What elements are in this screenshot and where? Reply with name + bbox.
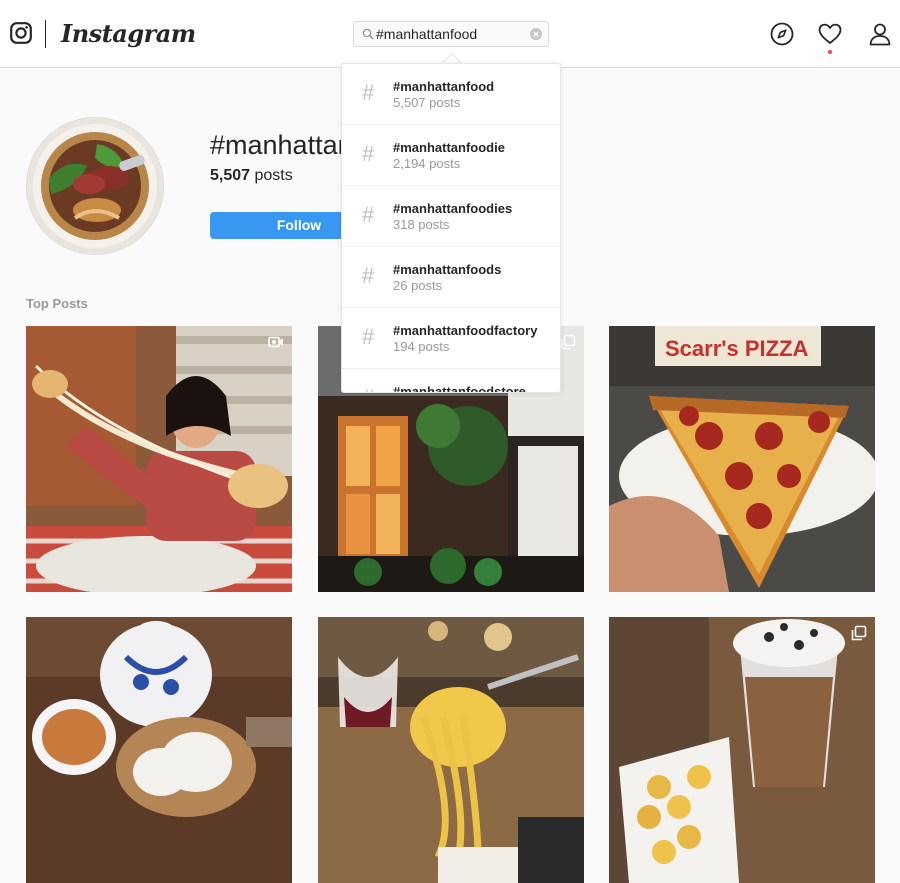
search-icon [362, 28, 374, 40]
instagram-logo-icon[interactable] [10, 22, 32, 44]
post-tile[interactable] [26, 326, 292, 592]
carousel-icon [560, 334, 576, 350]
post-count: 5,507 posts [210, 166, 293, 186]
result-post-count: 194 posts [393, 339, 450, 354]
explore-compass-icon[interactable] [770, 22, 794, 46]
post-image [26, 617, 292, 883]
hashtag-avatar [26, 117, 164, 255]
post-image: Scarr's PIZZA [609, 326, 875, 592]
hashtag-icon: # [362, 80, 375, 105]
result-hashtag: #manhattanfoodstore [393, 384, 526, 393]
hashtag-icon: # [362, 324, 375, 349]
hashtag-icon: # [362, 141, 375, 166]
clear-search-icon[interactable] [530, 28, 542, 40]
top-posts-heading: Top Posts [26, 296, 88, 311]
search-result-item[interactable]: # #manhattanfoods 26 posts [342, 247, 560, 308]
result-hashtag: #manhattanfood [393, 79, 495, 94]
result-hashtag: #manhattanfoodfactory [393, 323, 538, 338]
profile-person-icon[interactable] [868, 22, 892, 46]
activity-heart-icon[interactable] [818, 22, 842, 46]
search-result-item[interactable]: # #manhattanfoodstore [342, 369, 560, 393]
result-post-count: 5,507 posts [393, 95, 461, 110]
search-input[interactable] [376, 23, 526, 45]
video-icon [268, 336, 283, 348]
search-results-dropdown: # #manhattanfood 5,507 posts # #manhatta… [341, 63, 561, 393]
post-tile[interactable] [26, 617, 292, 883]
hashtag-icon: # [362, 384, 374, 392]
result-hashtag: #manhattanfoodie [393, 140, 505, 155]
post-image [609, 617, 875, 883]
post-image [318, 617, 584, 883]
search-result-item[interactable]: # #manhattanfoodie 2,194 posts [342, 125, 560, 186]
post-tile[interactable]: Scarr's PIZZA [609, 326, 875, 592]
pizza-sign-text: Scarr's PIZZA [665, 336, 809, 361]
result-post-count: 318 posts [393, 217, 450, 232]
post-image [26, 326, 292, 592]
search-box[interactable] [353, 21, 549, 47]
logo-divider [45, 20, 46, 48]
notification-dot [828, 50, 832, 54]
result-post-count: 26 posts [393, 278, 443, 293]
result-hashtag: #manhattanfoods [393, 262, 502, 277]
post-tile[interactable] [318, 617, 584, 883]
search-result-item[interactable]: # #manhattanfoodies 318 posts [342, 186, 560, 247]
hashtag-icon: # [362, 202, 375, 227]
search-result-item[interactable]: # #manhattanfoodfactory 194 posts [342, 308, 560, 369]
post-tile[interactable] [609, 617, 875, 883]
result-post-count: 2,194 posts [393, 156, 461, 171]
result-hashtag: #manhattanfoodies [393, 201, 513, 216]
instagram-wordmark[interactable]: Instagram [61, 14, 196, 54]
hashtag-icon: # [362, 263, 375, 288]
post-count-number: 5,507 [210, 167, 251, 184]
post-count-label: posts [254, 167, 293, 184]
carousel-icon [851, 625, 867, 641]
search-result-item[interactable]: # #manhattanfood 5,507 posts [342, 64, 560, 125]
